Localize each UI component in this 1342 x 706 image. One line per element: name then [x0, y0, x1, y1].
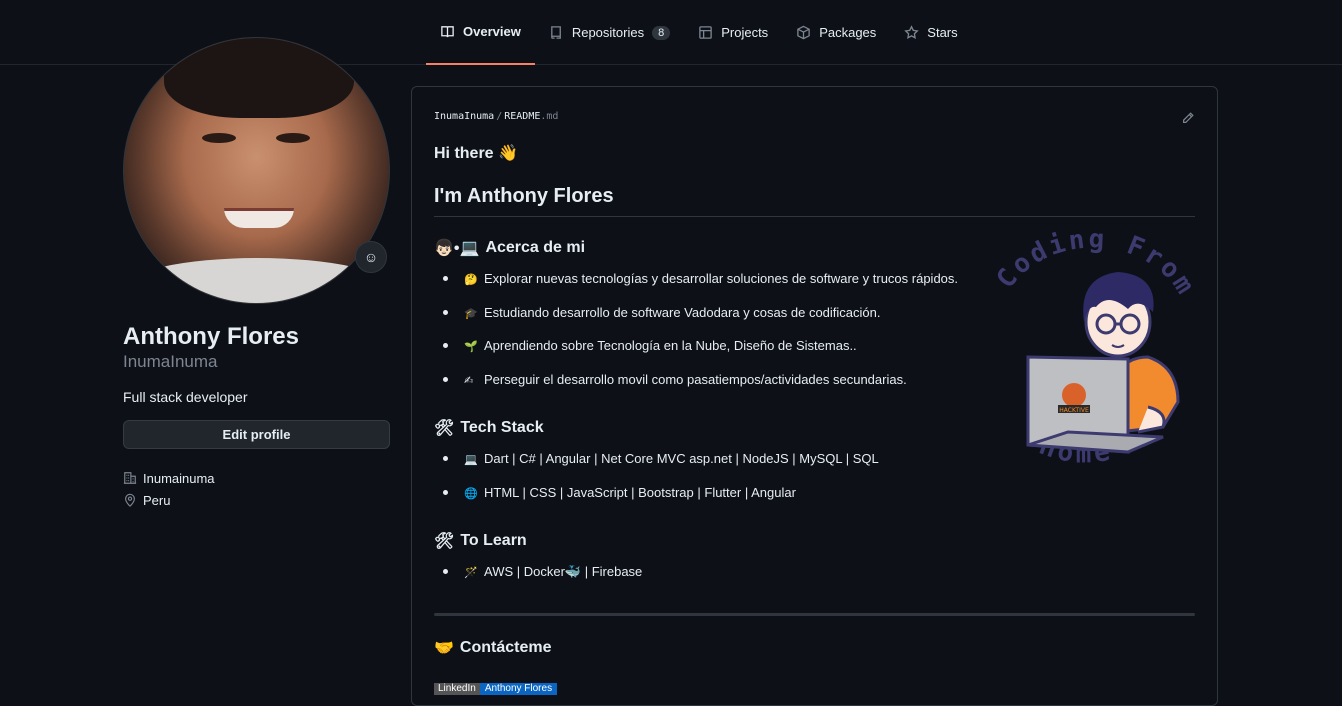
location-icon	[125, 493, 135, 507]
smiley-icon: ☺	[363, 249, 379, 265]
profile-details: Inumainuma Peru	[123, 467, 390, 511]
package-icon	[797, 25, 810, 40]
to-learn-heading-text: To Learn	[460, 532, 527, 549]
tab-label: Overview	[463, 24, 521, 39]
contact-heading: 🤝 Contácteme	[434, 638, 1195, 658]
profile-organization: Inumainuma	[123, 467, 390, 489]
globe-icon: 🌐	[464, 487, 478, 500]
list-item-text: HTML | CSS | JavaScript | Bootstrap | Fl…	[484, 484, 796, 500]
to-learn-list: 🪄 AWS | Docker🐳 | Firebase	[434, 563, 1195, 597]
tab-stars[interactable]: Stars	[890, 0, 971, 65]
divider	[434, 612, 1195, 616]
edit-profile-button[interactable]: Edit profile	[123, 420, 390, 449]
thinking-emoji-icon: 🤔	[464, 274, 478, 286]
tab-label: Packages	[819, 25, 877, 40]
linkedin-badge[interactable]: LinkedIn Anthony Flores	[434, 683, 558, 695]
edit-readme-button[interactable]	[1181, 111, 1195, 125]
laptop-icon: 💻	[464, 454, 478, 466]
list-item-text: Perseguir el desarrollo movil como pasat…	[484, 371, 907, 387]
profile-login: InumaInuma	[123, 352, 218, 371]
about-emoji: 👦🏻•💻	[434, 240, 480, 257]
tech-stack-heading-text: Tech Stack	[460, 419, 544, 436]
organization-label: Inumainuma	[143, 470, 215, 486]
magic-wand-icon: 🪄	[464, 567, 478, 579]
readme-file-link[interactable]: README	[504, 111, 540, 122]
readme-owner-link[interactable]: InumaInuma	[434, 111, 494, 122]
list-item-text: AWS | Docker🐳 | Firebase	[484, 564, 643, 579]
list-item-text: Aprendiendo sobre Tecnología en la Nube,…	[484, 338, 857, 353]
tab-repositories[interactable]: Repositories 8	[535, 0, 684, 65]
tab-label: Repositories	[571, 25, 645, 40]
tab-projects[interactable]: Projects	[684, 0, 782, 65]
profile-bio: Full stack developer	[123, 389, 248, 405]
about-heading-text: Acerca de mi	[485, 239, 586, 256]
writing-hand-icon: ✍	[464, 374, 474, 387]
seedling-icon: 🌱	[464, 341, 478, 353]
readme-greeting: Hi there 👋	[434, 145, 518, 162]
readme-breadcrumb: InumaInuma / README.md	[434, 111, 1195, 122]
organization-icon	[123, 472, 137, 484]
list-item: 🌐 HTML | CSS | JavaScript | Bootstrap | F…	[434, 484, 1195, 518]
profile-name: Anthony Flores	[123, 323, 300, 350]
list-item: 🪄 AWS | Docker🐳 | Firebase	[434, 563, 1195, 597]
hacktive-badge-text: HACKTIVE	[1059, 407, 1089, 414]
table-icon	[699, 26, 712, 39]
repo-icon	[550, 26, 561, 39]
star-icon	[904, 25, 920, 39]
location-label: Peru	[143, 492, 171, 508]
handshake-icon: 🤝	[434, 639, 454, 657]
to-learn-heading: 🛠 To Learn	[434, 531, 1195, 551]
avatar[interactable]	[123, 37, 390, 304]
tab-packages[interactable]: Packages	[782, 0, 890, 65]
readme-heading: I'm Anthony Flores	[434, 185, 1195, 217]
book-icon	[441, 26, 454, 38]
profile-tabs: Overview Repositories 8 Projects Package…	[426, 0, 972, 65]
list-item-text: Estudiando desarrollo de software Vadoda…	[484, 304, 881, 320]
list-item-text: Explorar nuevas tecnologías y desarrolla…	[484, 271, 959, 286]
list-item-text: Dart | C# | Angular | Net Core MVC asp.n…	[484, 451, 879, 466]
breadcrumb-separator: /	[496, 111, 503, 122]
readme-card: InumaInuma / README.md Hi there 👋 I'm Anth…	[411, 86, 1218, 706]
badge-label: LinkedIn	[434, 683, 480, 695]
tab-overview[interactable]: Overview	[426, 0, 535, 65]
repositories-count-badge: 8	[652, 25, 671, 40]
profile-sidebar: ☺ Anthony Flores InumaInuma Full stack d…	[123, 37, 390, 511]
profile-location: Peru	[123, 489, 390, 511]
readme-file-ext: .md	[540, 111, 559, 122]
contact-heading-text: Contácteme	[459, 638, 552, 656]
tools-icon: 🛠	[434, 420, 455, 437]
coding-from-home-illustration: Coding From Home HACKTIVE	[991, 227, 1198, 469]
set-status-button[interactable]: ☺	[355, 241, 387, 273]
graduation-cap-icon: 🎓	[464, 307, 478, 320]
badge-value: Anthony Flores	[479, 683, 558, 695]
tab-label: Stars	[927, 25, 958, 40]
tab-label: Projects	[721, 25, 769, 40]
tools-icon: 🛠	[434, 533, 455, 550]
pencil-icon	[1183, 112, 1194, 123]
